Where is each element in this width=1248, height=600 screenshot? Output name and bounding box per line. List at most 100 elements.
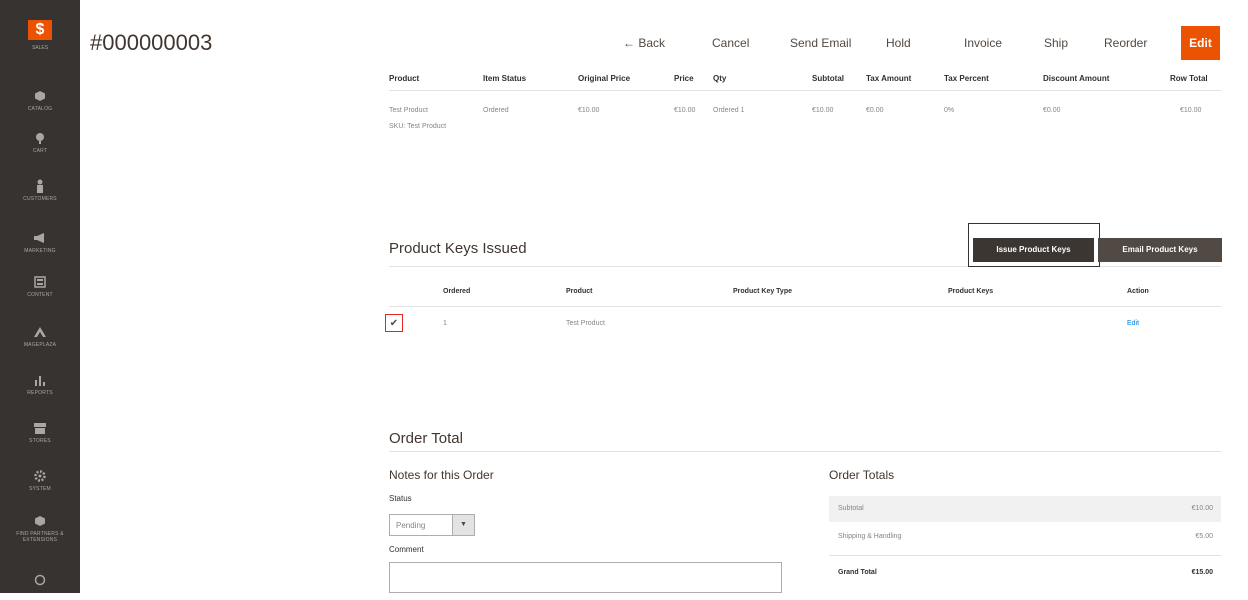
comment-label: Comment: [389, 545, 424, 554]
send-email-button[interactable]: Send Email: [790, 36, 851, 50]
edit-link[interactable]: Edit: [1127, 320, 1139, 327]
sidebar-item-system[interactable]: SYSTEM: [0, 460, 80, 500]
page-header: #000000003 ← Back Cancel Send Email Hold…: [80, 0, 1248, 84]
sidebar-item-label: CATALOG: [27, 105, 53, 112]
admin-sidebar: $ SALES CATALOG CART CUSTOMERS MARKETING…: [0, 0, 80, 593]
section-title: Order Total: [389, 430, 463, 447]
cell-original-price: €10.00: [578, 107, 600, 114]
cell-qty: Ordered 1: [713, 107, 745, 114]
col-header: Action: [1127, 288, 1149, 295]
sidebar-item-reports[interactable]: REPORTS: [0, 364, 80, 404]
sidebar-item-label: REPORTS: [27, 389, 53, 396]
col-header: Original Price: [578, 74, 631, 83]
mageplaza-icon: [33, 325, 47, 339]
back-button[interactable]: ← Back: [623, 36, 665, 50]
totals-value: €5.00: [1195, 533, 1213, 540]
sidebar-item-extra[interactable]: [0, 560, 80, 600]
sidebar-item-cart[interactable]: CART: [0, 122, 80, 162]
gear-icon: [33, 469, 47, 483]
sidebar-item-label: CUSTOMERS: [23, 195, 57, 202]
sidebar-item-label: FIND PARTNERS & EXTENSIONS: [16, 530, 64, 543]
sidebar-item-catalog[interactable]: CATALOG: [0, 80, 80, 120]
email-product-keys-button[interactable]: Email Product Keys: [1098, 238, 1222, 262]
totals-label: Subtotal: [838, 505, 864, 512]
col-header: Tax Percent: [944, 74, 989, 83]
status-label: Status: [389, 494, 412, 503]
cart-icon: [33, 131, 47, 145]
notes-title: Notes for this Order: [389, 468, 494, 482]
col-header: Tax Amount: [866, 74, 912, 83]
status-value: Pending: [396, 521, 426, 530]
grand-total-row: Grand Total €15.00: [829, 560, 1221, 586]
totals-label: Shipping & Handling: [838, 533, 902, 540]
dollar-icon: $: [28, 20, 52, 40]
divider: [829, 555, 1221, 556]
sales-nav-item[interactable]: $ SALES: [0, 0, 80, 70]
cube-icon: [33, 89, 47, 103]
col-header: Price: [674, 74, 694, 83]
page-title: #000000003: [90, 30, 213, 55]
divider: [389, 451, 1221, 452]
cancel-button[interactable]: Cancel: [712, 36, 749, 50]
row-checkbox[interactable]: ✔: [385, 314, 403, 332]
col-header: Product: [566, 288, 593, 295]
sidebar-item-label: MARKETING: [24, 247, 56, 254]
col-header: Subtotal: [812, 74, 844, 83]
issue-product-keys-button[interactable]: Issue Product Keys: [973, 238, 1094, 262]
extensions-icon: [33, 514, 47, 528]
totals-row: Shipping & Handling €5.00: [829, 524, 1221, 550]
comment-textarea[interactable]: [389, 562, 782, 593]
cell-product: Test Product: [389, 107, 428, 114]
sidebar-item-customers[interactable]: CUSTOMERS: [0, 170, 80, 210]
cell-subtotal: €10.00: [812, 107, 834, 114]
megaphone-icon: [33, 231, 47, 245]
bar-chart-icon: [33, 373, 47, 387]
cell-product: Test Product: [566, 320, 605, 327]
col-header: Item Status: [483, 74, 527, 83]
totals-value: €15.00: [1191, 569, 1213, 576]
col-header: Product: [389, 74, 420, 83]
col-header: Product Key Type: [733, 288, 792, 295]
sidebar-item-content[interactable]: CONTENT: [0, 266, 80, 306]
store-icon: [33, 421, 47, 435]
edit-button[interactable]: Edit: [1181, 26, 1220, 60]
ship-button[interactable]: Ship: [1044, 36, 1068, 50]
cell-status: Ordered: [483, 107, 509, 114]
arrow-left-icon: ←: [623, 36, 639, 50]
invoice-button[interactable]: Invoice: [964, 36, 1002, 50]
person-icon: [33, 179, 47, 193]
sales-label: SALES: [31, 45, 49, 51]
col-header: Discount Amount: [1043, 74, 1110, 83]
layout-icon: [33, 275, 47, 289]
sidebar-item-label: SYSTEM: [29, 485, 51, 492]
totals-row: Subtotal €10.00: [829, 496, 1221, 522]
status-select[interactable]: Pending ▼: [389, 514, 475, 536]
totals-label: Grand Total: [838, 569, 877, 576]
cell-tax-percent: 0%: [944, 107, 955, 114]
circle-icon: [33, 573, 47, 587]
col-header: Ordered: [443, 288, 471, 295]
sidebar-item-find-partners[interactable]: FIND PARTNERS & EXTENSIONS: [0, 508, 80, 548]
sidebar-item-label: CART: [32, 147, 48, 154]
totals-value: €10.00: [1191, 505, 1213, 512]
cell-row-total: €10.00: [1180, 107, 1202, 114]
check-icon: ✔: [389, 317, 399, 329]
totals-title: Order Totals: [829, 468, 895, 482]
sidebar-item-label: STORES: [29, 437, 51, 444]
cell-tax-amount: €0.00: [866, 107, 884, 114]
sidebar-item-stores[interactable]: STORES: [0, 412, 80, 452]
hold-button[interactable]: Hold: [886, 36, 911, 50]
cell-ordered: 1: [443, 320, 447, 327]
col-header: Qty: [713, 74, 727, 83]
col-header: Product Keys: [948, 288, 994, 295]
divider: [389, 90, 1221, 91]
sidebar-item-marketing[interactable]: MARKETING: [0, 222, 80, 262]
section-title: Product Keys Issued: [389, 240, 527, 257]
col-header: Row Total: [1170, 74, 1208, 83]
sidebar-item-label: MAGEPLAZA: [23, 341, 57, 348]
divider: [389, 306, 1221, 307]
cell-price: €10.00: [674, 107, 696, 114]
sidebar-item-mageplaza[interactable]: MAGEPLAZA: [0, 316, 80, 356]
cell-discount: €0.00: [1043, 107, 1061, 114]
reorder-button[interactable]: Reorder: [1104, 36, 1147, 50]
